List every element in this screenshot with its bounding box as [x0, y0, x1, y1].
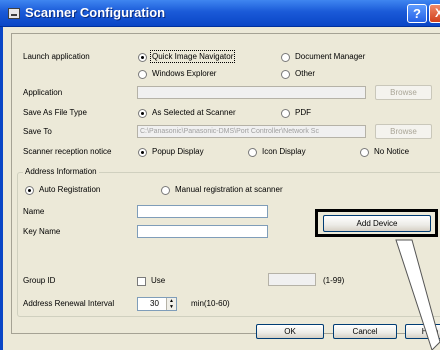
scanner-reception-notice-label: Scanner reception notice	[23, 147, 112, 156]
group-id-label: Group ID	[23, 276, 56, 285]
radio-pdf[interactable]	[281, 109, 290, 118]
address-renewal-interval-label: Address Renewal Interval	[23, 299, 115, 308]
radio-other[interactable]	[281, 70, 290, 79]
radio-as-selected-at-scanner[interactable]	[138, 109, 147, 118]
quick-image-navigator-label[interactable]: Quick Image Navigator	[149, 50, 236, 63]
application-label: Application	[23, 88, 63, 97]
title-bar: Scanner Configuration ? X	[0, 0, 440, 27]
add-device-button[interactable]: Add Device	[323, 215, 431, 232]
no-notice-label[interactable]: No Notice	[374, 147, 409, 156]
close-button[interactable]: X	[429, 4, 440, 23]
manual-registration-label[interactable]: Manual registration at scanner	[175, 185, 283, 194]
use-label[interactable]: Use	[151, 276, 165, 285]
renewal-interval-value: 30	[150, 299, 159, 308]
dialog-body: Launch application Quick Image Navigator…	[0, 27, 440, 350]
renewal-range-label: min(10-60)	[191, 299, 230, 308]
auto-registration-label[interactable]: Auto Registration	[39, 185, 100, 194]
spin-arrows-icon[interactable]: ▲ ▼	[166, 298, 176, 310]
save-to-field: C:\Panasonic\Panasonic-DMS\Port Controll…	[137, 125, 366, 138]
pdf-label[interactable]: PDF	[295, 108, 311, 117]
window-icon	[8, 8, 20, 19]
renewal-interval-stepper[interactable]: 30 ▲ ▼	[137, 297, 177, 311]
key-name-label: Key Name	[23, 227, 61, 236]
application-field	[137, 86, 366, 99]
window-title: Scanner Configuration	[25, 5, 166, 20]
cancel-button[interactable]: Cancel	[333, 324, 397, 339]
ok-button[interactable]: OK	[256, 324, 324, 339]
name-label: Name	[23, 207, 45, 216]
radio-no-notice[interactable]	[360, 148, 369, 157]
radio-auto-registration[interactable]	[25, 186, 34, 195]
name-field[interactable]	[137, 205, 268, 218]
radio-quick-image-navigator[interactable]	[138, 53, 147, 62]
save-as-file-type-label: Save As File Type	[23, 108, 87, 117]
radio-popup-display[interactable]	[138, 148, 147, 157]
key-name-field[interactable]	[137, 225, 268, 238]
other-label[interactable]: Other	[295, 69, 315, 78]
radio-manual-registration[interactable]	[161, 186, 170, 195]
popup-display-label[interactable]: Popup Display	[152, 147, 204, 156]
group-id-field	[268, 273, 316, 286]
as-selected-at-scanner-label[interactable]: As Selected at Scanner	[152, 108, 236, 117]
help-button[interactable]: Help	[405, 324, 440, 339]
save-to-browse-button: Browse	[375, 124, 432, 139]
group-id-range-label: (1-99)	[323, 276, 345, 285]
radio-document-manager[interactable]	[281, 53, 290, 62]
windows-explorer-label[interactable]: Windows Explorer	[152, 69, 216, 78]
icon-display-label[interactable]: Icon Display	[262, 147, 306, 156]
use-checkbox[interactable]	[137, 277, 146, 286]
help-title-button[interactable]: ?	[407, 4, 427, 23]
launch-application-label: Launch application	[23, 52, 90, 61]
document-manager-label[interactable]: Document Manager	[295, 52, 365, 61]
address-information-label: Address Information	[23, 167, 99, 176]
radio-icon-display[interactable]	[248, 148, 257, 157]
application-browse-button: Browse	[375, 85, 432, 100]
save-to-label: Save To	[23, 127, 52, 136]
radio-windows-explorer[interactable]	[138, 70, 147, 79]
